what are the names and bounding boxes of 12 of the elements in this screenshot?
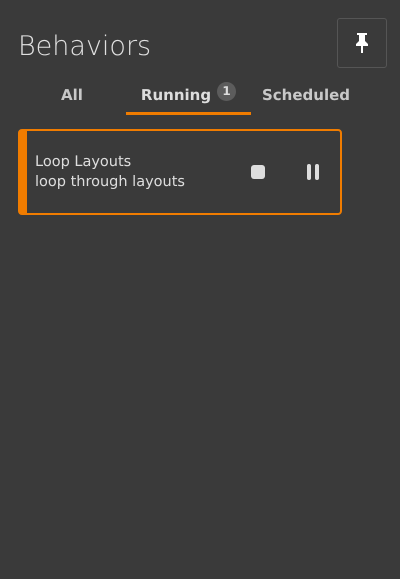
- behavior-card[interactable]: Loop Layouts loop through layouts: [18, 129, 342, 215]
- tab[interactable]: Running 1: [126, 78, 251, 115]
- behavior-description: loop through layouts: [35, 174, 186, 190]
- behavior-name: Loop Layouts: [35, 154, 132, 170]
- pin-icon: [354, 32, 370, 54]
- pause-icon: [306, 163, 320, 181]
- tab[interactable]: Scheduled: [251, 78, 361, 115]
- panel-title: Behaviors: [18, 30, 152, 62]
- count-badge: 1: [217, 82, 236, 100]
- pin-button[interactable]: [337, 18, 387, 68]
- stop-icon: [250, 165, 265, 179]
- tab[interactable]: All: [18, 78, 126, 115]
